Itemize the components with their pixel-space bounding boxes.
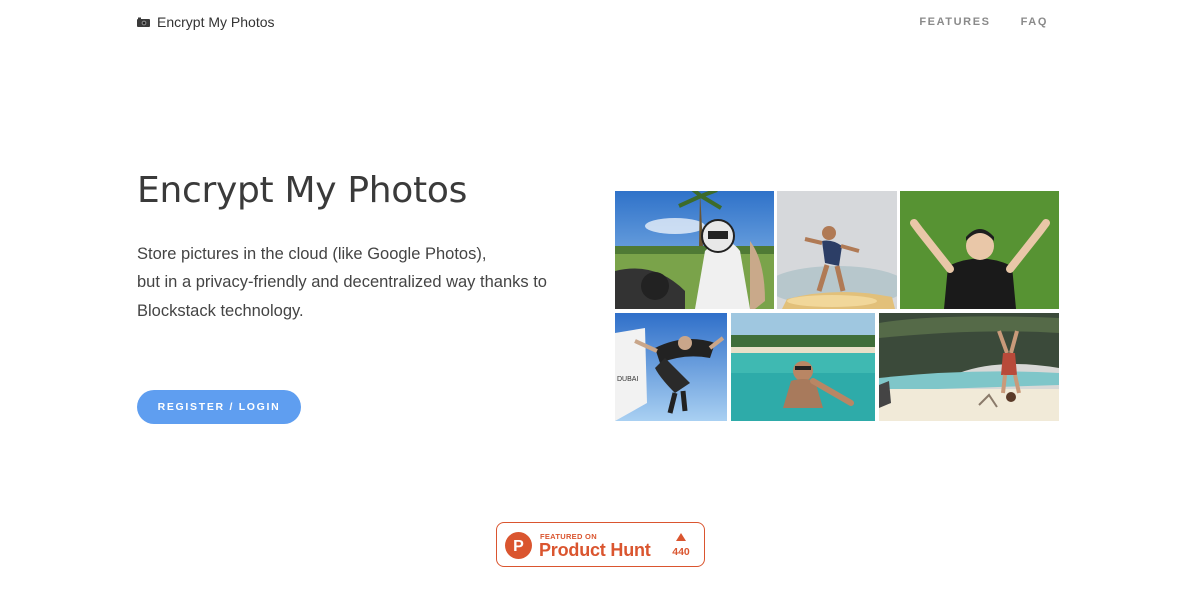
product-hunt-badge[interactable]: P FEATURED ON Product Hunt 440 <box>496 522 705 567</box>
lying-on-grass-photo <box>900 191 1059 309</box>
register-login-button[interactable]: REGISTER / LOGIN <box>137 390 301 424</box>
product-hunt-icon: P <box>505 532 532 559</box>
upvote-arrow-icon <box>676 533 686 541</box>
nav-links: FEATURES FAQ <box>919 16 1048 28</box>
skydiving-photo: DUBAI <box>615 313 727 421</box>
product-hunt-name: Product Hunt <box>539 540 651 560</box>
brand-link[interactable]: Encrypt My Photos <box>137 14 275 30</box>
svg-text:P: P <box>513 538 524 555</box>
svg-text:DUBAI: DUBAI <box>617 376 638 383</box>
hero-title: Encrypt My Photos <box>137 170 468 211</box>
swimming-selfie-photo <box>731 313 875 421</box>
motorbike-selfie-photo <box>615 191 774 309</box>
hero-description: Store pictures in the cloud (like Google… <box>137 240 557 325</box>
nav-link-faq[interactable]: FAQ <box>1021 16 1048 28</box>
photo-collage: DUBAI <box>615 191 1059 421</box>
camera-icon <box>137 17 150 27</box>
hero-description-line: Blockstack technology. <box>137 301 304 320</box>
hero-description-line: but in a privacy-friendly and decentrali… <box>137 273 547 292</box>
brand-name: Encrypt My Photos <box>157 14 275 30</box>
product-hunt-vote-count: 440 <box>672 546 690 558</box>
top-nav: Encrypt My Photos FEATURES FAQ <box>0 0 1200 46</box>
page: Encrypt My Photos FEATURES FAQ Encrypt M… <box>0 0 1200 613</box>
nav-link-features[interactable]: FEATURES <box>919 16 990 28</box>
beach-handstand-photo <box>879 313 1059 421</box>
hero-description-line: Store pictures in the cloud (like Google… <box>137 245 487 263</box>
surfing-photo <box>777 191 897 309</box>
